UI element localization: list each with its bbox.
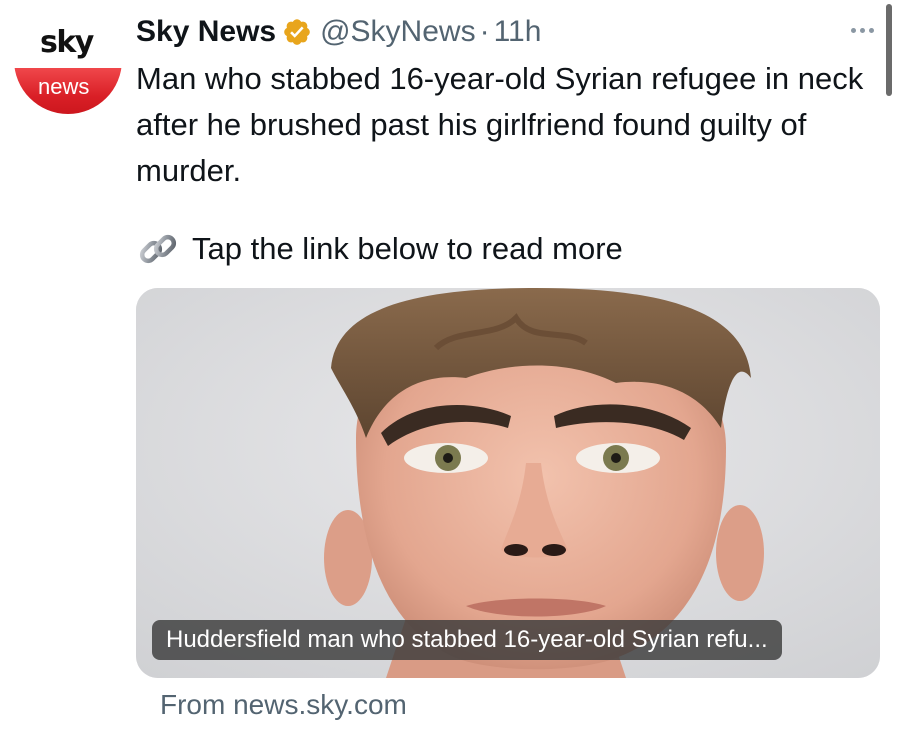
more-options-icon[interactable]: [842, 18, 882, 42]
verified-badge-icon[interactable]: [282, 17, 312, 47]
avatar-sky-text: sky: [40, 25, 94, 60]
tweet-header: Sky News @SkyNews · 11h: [136, 12, 541, 52]
card-caption: Huddersfield man who stabbed 16-year-old…: [152, 620, 782, 660]
avatar-news-text: news: [38, 74, 90, 99]
display-name[interactable]: Sky News: [136, 12, 276, 52]
link-card[interactable]: Huddersfield man who stabbed 16-year-old…: [136, 288, 880, 678]
tweet-text: Man who stabbed 16-year-old Syrian refug…: [136, 61, 864, 188]
timestamp[interactable]: 11h: [494, 12, 542, 52]
account-handle[interactable]: @SkyNews: [320, 12, 475, 52]
scrollbar[interactable]: [886, 4, 892, 96]
link-icon: [139, 234, 177, 264]
more-dot: [868, 27, 874, 33]
tweet-body: Man who stabbed 16-year-old Syrian refug…: [136, 56, 866, 194]
more-dot: [859, 27, 865, 33]
card-source[interactable]: From news.sky.com: [160, 686, 407, 724]
avatar[interactable]: sky news: [14, 6, 122, 114]
more-dot: [850, 27, 856, 33]
cta-text: Tap the link below to read more: [192, 231, 623, 266]
separator-dot: ·: [479, 15, 490, 48]
tweet-cta: Tap the link below to read more: [136, 226, 623, 272]
